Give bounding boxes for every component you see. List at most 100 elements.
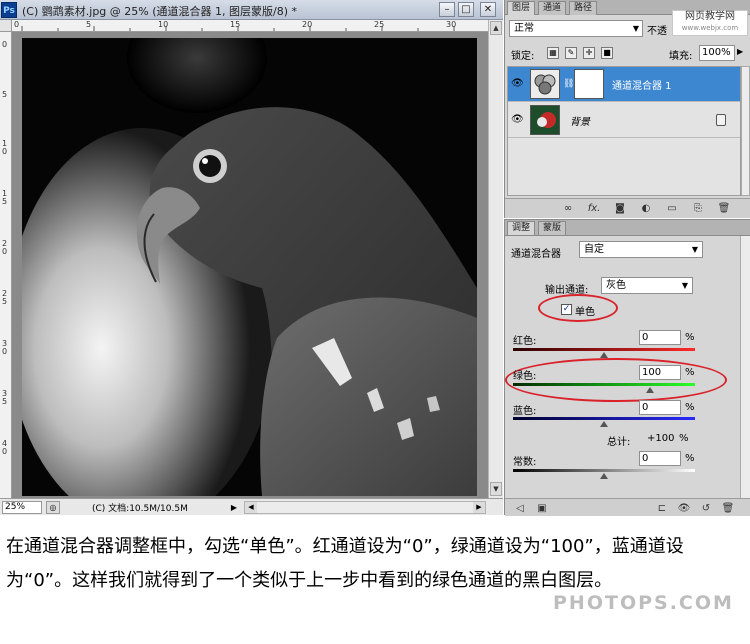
constant-value-field[interactable]: 0 bbox=[639, 451, 681, 466]
reset-icon[interactable]: ↺ bbox=[699, 502, 713, 515]
scroll-down-icon[interactable]: ▼ bbox=[490, 482, 502, 496]
tab-layers[interactable]: 图层 bbox=[507, 1, 536, 15]
fill-arrow-icon[interactable]: ▶ bbox=[737, 47, 743, 56]
green-value-field[interactable]: 100 bbox=[639, 365, 681, 380]
adjustments-panel: 调整 蒙版 通道混合器 自定 ▼ 输出通道: 灰色 ▼ ✓ 单色 红色: 0 %… bbox=[504, 219, 750, 516]
layer-list-scrollbar[interactable] bbox=[741, 66, 750, 196]
green-slider-thumb[interactable] bbox=[645, 387, 654, 393]
total-value: +100 bbox=[647, 433, 675, 444]
green-slider-track[interactable] bbox=[513, 383, 695, 386]
lock-transparency-icon[interactable]: ▦ bbox=[547, 47, 559, 59]
layer-row-background[interactable]: 👁 背景 bbox=[508, 103, 740, 138]
vertical-ruler[interactable]: 0 5 1 0 1 5 2 0 2 5 3 0 3 5 4 0 bbox=[0, 32, 12, 498]
red-slider-track[interactable] bbox=[513, 348, 695, 351]
lock-icon bbox=[716, 114, 726, 126]
new-layer-icon[interactable]: ⎘ bbox=[691, 202, 705, 215]
constant-slider-thumb[interactable] bbox=[600, 473, 608, 479]
percent-label: % bbox=[685, 367, 695, 378]
visibility-eye-icon[interactable]: 👁 bbox=[677, 502, 691, 515]
visibility-eye-icon[interactable]: 👁 bbox=[511, 78, 524, 90]
constant-slider-track[interactable] bbox=[513, 469, 695, 472]
green-label: 绿色: bbox=[513, 371, 537, 382]
layer-name: 通道混合器 1 bbox=[612, 81, 672, 92]
percent-label: % bbox=[679, 433, 689, 444]
blue-value-field[interactable]: 0 bbox=[639, 400, 681, 415]
adjustments-footer: ◁ ▣ ⊏ 👁 ↺ 🗑 bbox=[505, 498, 750, 516]
tab-paths[interactable]: 路径 bbox=[569, 1, 598, 15]
document-title-bar[interactable]: Ps (C) 鹦鹉素材.jpg @ 25% (通道混合器 1, 图层蒙版/8) … bbox=[0, 0, 503, 20]
scroll-left-icon[interactable]: ◀ bbox=[245, 502, 257, 513]
output-channel-value: 灰色 bbox=[606, 280, 626, 291]
zoom-level-field[interactable]: 25% bbox=[2, 501, 42, 514]
ruler-label: 3 0 bbox=[2, 339, 8, 356]
layer-list: 👁 ⛓ 通道混合器 1 👁 背景 bbox=[507, 66, 741, 196]
fill-field[interactable]: 100% bbox=[699, 45, 735, 61]
photoshop-logo-icon: Ps bbox=[1, 2, 17, 18]
monochrome-label: 单色 bbox=[575, 307, 595, 318]
lock-row: 锁定: ▦ ✎ ✛ ■ 填充: 100% ▶ bbox=[509, 44, 749, 62]
tab-masks[interactable]: 蒙版 bbox=[538, 221, 567, 235]
percent-label: % bbox=[685, 453, 695, 464]
constant-label: 常数: bbox=[513, 457, 537, 468]
blue-slider-track[interactable] bbox=[513, 417, 695, 420]
blend-mode-value: 正常 bbox=[514, 23, 534, 34]
visibility-eye-icon[interactable]: 👁 bbox=[511, 114, 524, 126]
preset-select[interactable]: 自定 ▼ bbox=[579, 241, 703, 258]
trash-icon[interactable]: 🗑 bbox=[717, 202, 731, 215]
monochrome-checkbox[interactable]: ✓ bbox=[561, 304, 572, 315]
trash-icon[interactable]: 🗑 bbox=[721, 502, 735, 515]
background-thumb bbox=[530, 105, 560, 135]
clip-layer-icon[interactable]: ⊏ bbox=[655, 502, 669, 515]
layer-name: 背景 bbox=[570, 117, 590, 128]
group-icon[interactable]: ▭ bbox=[665, 202, 679, 215]
mask-link-icon[interactable]: ⛓ bbox=[563, 79, 574, 89]
tab-channels[interactable]: 通道 bbox=[538, 1, 567, 15]
ruler-label: 10 bbox=[158, 20, 169, 29]
adjustments-scrollbar[interactable] bbox=[740, 236, 750, 498]
mask-icon[interactable]: ◙ bbox=[613, 202, 627, 215]
lock-all-icon[interactable]: ■ bbox=[601, 47, 613, 59]
scroll-right-icon[interactable]: ▶ bbox=[473, 502, 485, 513]
ruler-label: 1 5 bbox=[2, 189, 8, 206]
ruler-label: 15 bbox=[230, 20, 241, 29]
red-value-field[interactable]: 0 bbox=[639, 330, 681, 345]
fx-icon[interactable]: fx. bbox=[587, 202, 601, 215]
lock-move-icon[interactable]: ✛ bbox=[583, 47, 595, 59]
horizontal-scrollbar[interactable]: ◀ ▶ bbox=[244, 501, 486, 514]
layer-mask-thumb[interactable] bbox=[574, 69, 604, 99]
blue-slider-thumb[interactable] bbox=[600, 421, 608, 427]
horizontal-ruler[interactable]: 0 5 10 15 20 25 30 bbox=[12, 20, 488, 32]
back-arrow-icon[interactable]: ◁ bbox=[513, 502, 527, 515]
maximize-button[interactable]: □ bbox=[458, 2, 474, 17]
ruler-label: 0 bbox=[2, 40, 8, 49]
output-channel-select[interactable]: 灰色 ▼ bbox=[601, 277, 693, 294]
photops-watermark: PHOTOPS.COM bbox=[553, 592, 734, 614]
vertical-scrollbar[interactable]: ▲ ▼ bbox=[488, 20, 503, 498]
tutorial-caption: 在通道混合器调整框中，勾选“单色”。红通道设为“0”，绿通道设为“100”，蓝通… bbox=[6, 536, 684, 591]
chevron-down-icon: ▼ bbox=[691, 245, 698, 254]
ruler-label: 3 5 bbox=[2, 389, 8, 406]
preset-value: 自定 bbox=[584, 244, 604, 255]
expand-view-icon[interactable]: ▣ bbox=[535, 502, 549, 515]
channel-mixer-icon bbox=[534, 74, 556, 95]
blend-mode-select[interactable]: 正常 ▼ bbox=[509, 20, 643, 37]
link-icon[interactable]: ∞ bbox=[561, 202, 575, 215]
close-button[interactable]: ✕ bbox=[480, 2, 496, 17]
ruler-label: 25 bbox=[374, 20, 385, 29]
status-arrow-icon[interactable]: ▶ bbox=[228, 501, 240, 514]
percent-label: % bbox=[685, 332, 695, 343]
ruler-label: 20 bbox=[302, 20, 313, 29]
image-canvas[interactable] bbox=[22, 38, 477, 496]
document-size-info: (C) 文档:10.5M/10.5M bbox=[92, 504, 188, 514]
ruler-ticks-top bbox=[21, 26, 455, 31]
scroll-up-icon[interactable]: ▲ bbox=[490, 21, 502, 35]
adjustment-icon[interactable]: ◐ bbox=[639, 202, 653, 215]
ruler-label: 5 bbox=[2, 90, 8, 99]
ruler-origin[interactable] bbox=[0, 20, 12, 32]
layer-row-channel-mixer[interactable]: 👁 ⛓ 通道混合器 1 bbox=[508, 67, 740, 102]
tab-adjustments[interactable]: 调整 bbox=[507, 221, 536, 235]
lock-brush-icon[interactable]: ✎ bbox=[565, 47, 577, 59]
opacity-label: 不透 bbox=[647, 26, 667, 37]
status-menu-icon[interactable]: ◎ bbox=[46, 501, 60, 514]
minimize-button[interactable]: – bbox=[439, 2, 455, 17]
